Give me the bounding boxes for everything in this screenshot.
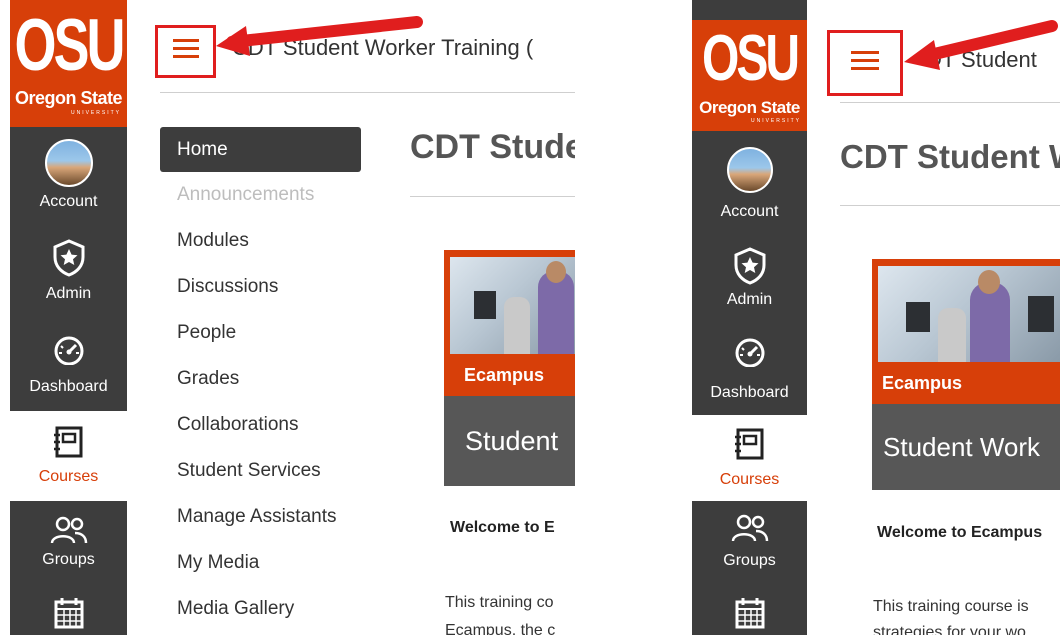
hamburger-icon <box>172 55 199 58</box>
intro-text-line: Ecampus, the c <box>445 622 556 635</box>
course-nav-student-services[interactable]: Student Services <box>177 460 321 482</box>
global-nav-label: Account <box>720 203 779 220</box>
logo-sub: UNIVERSITY <box>70 110 121 116</box>
book-icon <box>734 428 763 460</box>
logo-name: Oregon State <box>699 98 800 117</box>
global-nav-label: Groups <box>723 552 776 569</box>
avatar-icon <box>726 147 773 193</box>
speedometer-icon <box>54 336 83 365</box>
global-nav-courses[interactable]: Courses <box>10 411 127 501</box>
intro-text-line: This training co <box>445 594 554 611</box>
course-nav-grades[interactable]: Grades <box>177 368 239 390</box>
hamburger-icon <box>851 59 879 62</box>
page-title: CDT Student W <box>840 138 1060 175</box>
shield-star-icon <box>734 247 765 285</box>
banner-photo-monitor <box>1028 296 1054 332</box>
hamburger-icon <box>172 47 199 50</box>
global-nav-label: Courses <box>719 471 780 488</box>
global-nav-label: Admin <box>726 291 773 308</box>
global-nav: OSU Oregon State UNIVERSITY Account Admi… <box>692 0 807 635</box>
avatar-icon <box>44 139 93 187</box>
global-nav-label: Dashboard <box>29 378 108 395</box>
global-nav-label: Groups <box>42 551 95 568</box>
osu-logo[interactable]: OSU Oregon State UNIVERSITY <box>692 20 807 131</box>
global-nav-admin[interactable]: Admin <box>10 219 127 311</box>
global-nav-account[interactable]: Account <box>10 127 127 219</box>
global-nav-calendar[interactable] <box>692 591 807 635</box>
course-nav-modules[interactable]: Modules <box>177 230 249 252</box>
course-nav-discussions[interactable]: Discussions <box>177 276 278 298</box>
speedometer-icon <box>735 338 764 367</box>
banner-course-title: Student <box>444 396 575 486</box>
hamburger-menu-button[interactable] <box>155 25 216 78</box>
banner-photo <box>450 257 575 354</box>
shield-star-icon <box>53 239 84 277</box>
screenshot-panel-right: OSU Oregon State UNIVERSITY Account Admi… <box>680 0 1060 635</box>
global-nav-dashboard[interactable]: Dashboard <box>10 311 127 411</box>
hamburger-icon <box>851 51 879 54</box>
header-divider <box>160 92 575 93</box>
banner-photo <box>878 266 1060 362</box>
banner-photo-monitor <box>474 291 496 319</box>
screenshot-panel-left: OSU Oregon State UNIVERSITY Account Admi… <box>0 0 575 635</box>
course-nav-collaborations[interactable]: Collaborations <box>177 414 298 436</box>
hamburger-icon <box>851 67 879 70</box>
course-nav-manage-assistants[interactable]: Manage Assistants <box>177 506 336 528</box>
global-nav-courses[interactable]: Courses <box>692 415 807 501</box>
book-icon <box>53 426 82 458</box>
logo-sub: UNIVERSITY <box>750 118 801 124</box>
osu-logo[interactable]: OSU Oregon State UNIVERSITY <box>10 0 127 127</box>
global-nav-admin[interactable]: Admin <box>692 225 807 317</box>
banner-course-title: Student Work <box>872 404 1060 490</box>
course-banner[interactable]: Ecampus Student <box>444 250 575 486</box>
banner-org-label: Ecampus <box>444 354 575 396</box>
logo-initials: OSU <box>14 5 125 87</box>
course-banner[interactable]: Ecampus Student Work <box>872 259 1060 490</box>
global-nav-calendar[interactable] <box>10 589 127 635</box>
title-divider <box>840 205 1060 206</box>
banner-photo-person <box>970 282 1010 362</box>
welcome-heading: Welcome to E <box>450 519 555 536</box>
groups-icon <box>731 514 768 542</box>
global-nav-groups[interactable]: Groups <box>10 501 127 589</box>
course-nav-announcements[interactable]: Announcements <box>177 184 314 206</box>
course-nav-my-media[interactable]: My Media <box>177 552 259 574</box>
intro-text-line: This training course is <box>873 598 1029 615</box>
red-arrow-annotation <box>216 16 423 56</box>
global-nav-label: Account <box>39 193 98 210</box>
intro-text-line: strategies for your wo <box>873 624 1026 635</box>
red-arrow-annotation <box>904 20 1058 70</box>
calendar-icon <box>735 598 764 629</box>
welcome-heading: Welcome to Ecampus <box>877 524 1043 541</box>
global-nav-label: Dashboard <box>710 384 789 401</box>
course-nav-home[interactable]: Home <box>160 127 361 172</box>
banner-photo-monitor <box>906 302 930 332</box>
global-nav: OSU Oregon State UNIVERSITY Account Admi… <box>10 0 127 635</box>
hamburger-icon <box>172 39 199 42</box>
banner-org-label: Ecampus <box>872 362 1060 404</box>
calendar-icon <box>54 598 83 629</box>
logo-initials: OSU <box>701 23 800 95</box>
global-nav-dashboard[interactable]: Dashboard <box>692 317 807 415</box>
course-nav-people[interactable]: People <box>177 322 236 344</box>
banner-photo-person <box>538 271 574 354</box>
banner-photo-person <box>938 308 966 362</box>
groups-icon <box>50 516 87 544</box>
global-nav-account[interactable]: Account <box>692 131 807 225</box>
banner-photo-person <box>504 297 530 354</box>
page-title: CDT Stude <box>410 128 575 166</box>
hamburger-menu-button[interactable] <box>827 30 903 96</box>
course-nav-media-gallery[interactable]: Media Gallery <box>177 598 294 620</box>
logo-name: Oregon State <box>14 88 123 108</box>
global-nav-groups[interactable]: Groups <box>692 501 807 591</box>
global-nav-label: Courses <box>38 468 99 485</box>
banner-photo-person <box>978 270 1000 294</box>
global-nav-label: Admin <box>45 285 92 302</box>
title-divider <box>410 196 575 197</box>
banner-photo-person <box>546 261 566 283</box>
header-divider <box>840 102 1060 103</box>
